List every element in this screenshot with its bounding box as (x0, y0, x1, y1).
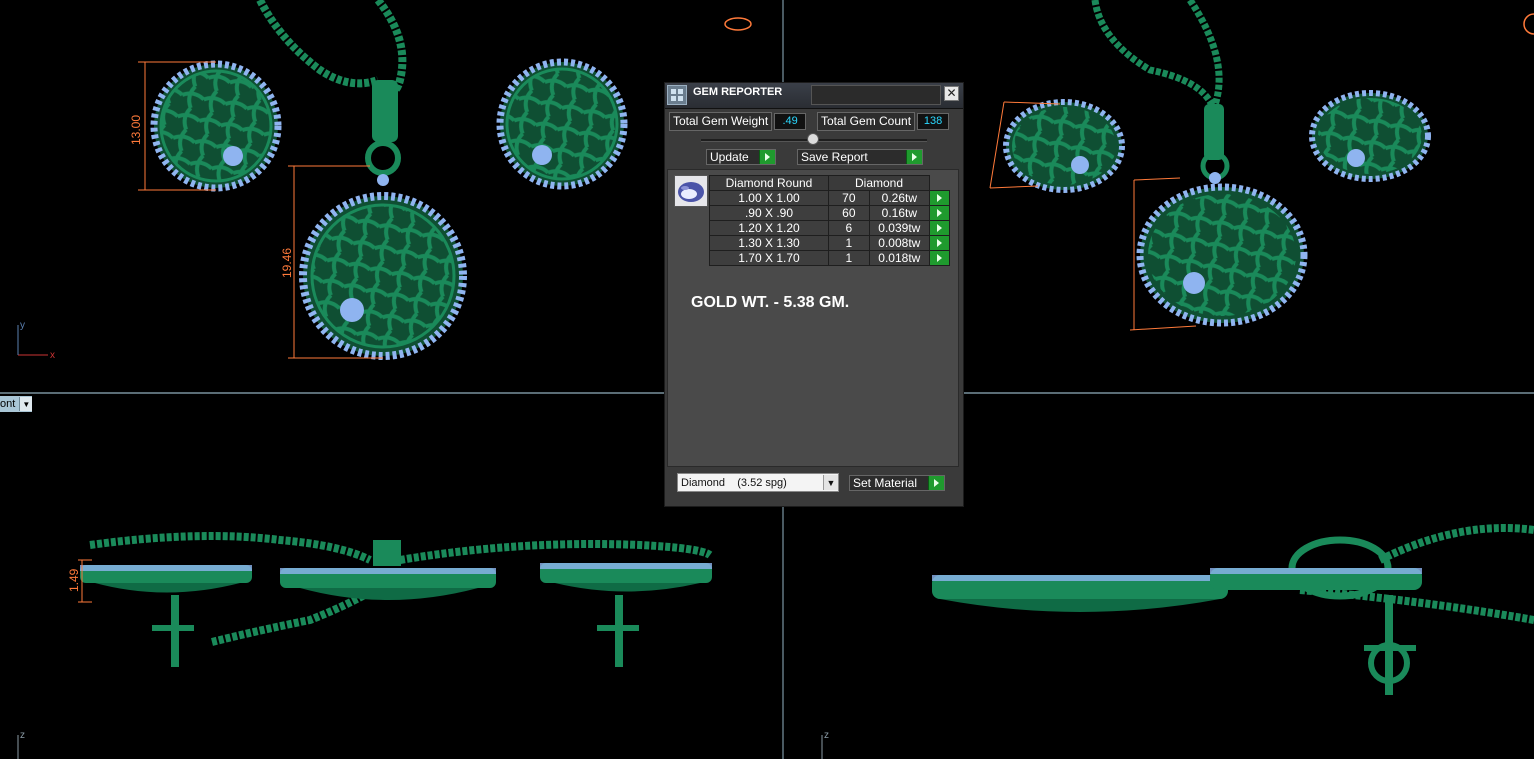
update-button-label: Update (710, 150, 749, 164)
connector-gem (1209, 172, 1221, 184)
table-row: .90 X .90 60 0.16tw (709, 205, 950, 221)
table-row: 1.30 X 1.30 1 0.008tw (709, 235, 950, 251)
dimension-label-earring: 13.00 (129, 115, 143, 145)
play-arrow-icon (928, 476, 944, 490)
camera-icon-right[interactable] (1523, 13, 1534, 35)
gem-weight: 0.008tw (868, 235, 931, 251)
chain (89, 532, 372, 564)
set-material-button[interactable]: Set Material (849, 475, 945, 491)
save-report-button-label: Save Report (801, 150, 868, 164)
chevron-down-icon[interactable]: ▼ (823, 475, 838, 490)
save-report-button[interactable]: Save Report (797, 149, 923, 165)
chain (374, 0, 407, 95)
axis-gizmo-xy: x y (17, 320, 55, 361)
gem-weight: 0.018tw (868, 250, 931, 266)
gem-size: 1.70 X 1.70 (709, 250, 829, 266)
axis-x-label: x (50, 350, 55, 361)
gem-size: 1.00 X 1.00 (709, 190, 829, 206)
pendant (299, 192, 467, 360)
total-gem-weight-value: .49 (774, 113, 807, 130)
connector-gem (377, 174, 389, 186)
top-right-viewport[interactable] (989, 0, 1534, 331)
chevron-down-icon[interactable]: ▼ (19, 397, 33, 411)
dialog-title: GEM REPORTER (693, 86, 783, 98)
gem-count: 6 (828, 220, 870, 236)
earring-side-right (540, 563, 712, 667)
gold-weight-note: GOLD WT. - 5.38 GM. (691, 294, 850, 311)
pendant-side-right (932, 575, 1228, 612)
gem-size: 1.20 X 1.20 (709, 220, 829, 236)
camera-icon[interactable] (724, 17, 752, 31)
chain (399, 540, 713, 564)
row-select-button[interactable] (929, 250, 950, 266)
top-left-viewport[interactable]: 13.00 19.46 x y (17, 0, 752, 361)
gem-weight: 0.16tw (868, 205, 931, 221)
gem-weight: 0.26tw (868, 190, 931, 206)
gem-size: 1.30 X 1.30 (709, 235, 829, 251)
earring-side-right-view (1210, 568, 1422, 695)
material-select-value: Diamond (3.52 spg) (681, 476, 787, 489)
gem-round-icon[interactable] (674, 175, 708, 207)
jump-ring (365, 140, 401, 176)
chain (256, 0, 380, 88)
title-panel (811, 85, 941, 105)
play-arrow-icon (759, 150, 775, 164)
gem-count: 1 (828, 235, 870, 251)
bottom-left-viewport[interactable]: 1.49 z (17, 532, 713, 759)
chain (1091, 0, 1216, 107)
viewport-view-selector[interactable]: ont ▼ (0, 396, 33, 412)
play-arrow-icon (906, 150, 922, 164)
dimension-label-height: 1.49 (67, 568, 81, 592)
gem-size: .90 X .90 (709, 205, 829, 221)
svg-text:z: z (20, 730, 25, 741)
gem-table-header-shape: Diamond Round (709, 175, 829, 191)
gem-weight: 0.039tw (868, 220, 931, 236)
gem-count: 60 (828, 205, 870, 221)
material-select[interactable]: Diamond (3.52 spg) ▼ (677, 473, 839, 492)
chain (1378, 524, 1534, 564)
table-row: 1.70 X 1.70 1 0.018tw (709, 250, 950, 266)
total-gem-count-label: Total Gem Count (817, 112, 916, 131)
earring-left-perspective (1003, 99, 1125, 193)
row-select-button[interactable] (929, 190, 950, 206)
gem-table: Diamond Round Diamond 1.00 X 1.00 70 0.2… (709, 175, 950, 266)
bottom-right-viewport[interactable]: z (821, 524, 1534, 759)
total-gem-count-value: 138 (917, 113, 950, 130)
dialog-titlebar[interactable]: GEM REPORTER ✕ (665, 83, 963, 109)
gem-count: 70 (828, 190, 870, 206)
earring-side-left (80, 565, 252, 667)
pendant-perspective (1136, 183, 1308, 327)
gem-table-header-material: Diamond (828, 175, 930, 191)
set-material-button-label: Set Material (853, 476, 918, 490)
table-row: 1.00 X 1.00 70 0.26tw (709, 190, 950, 206)
update-button[interactable]: Update (706, 149, 776, 165)
earring-left (150, 60, 282, 192)
svg-text:z: z (824, 730, 829, 741)
earring-right (496, 58, 628, 190)
bail (372, 80, 398, 142)
table-row: 1.20 X 1.20 6 0.039tw (709, 220, 950, 236)
splitter-handle[interactable] (807, 133, 819, 145)
dimension-label-pendant: 19.46 (280, 248, 294, 278)
gem-reporter-app-icon (667, 85, 687, 105)
gem-reporter-dialog: GEM REPORTER ✕ Total Gem Weight .49 Tota… (664, 82, 964, 507)
close-icon[interactable]: ✕ (944, 86, 959, 101)
total-gem-weight-label: Total Gem Weight (669, 112, 773, 131)
axis-gizmo-z-left: z (17, 730, 25, 759)
total-gem-weight: Total Gem Weight .49 (669, 112, 807, 131)
row-select-button[interactable] (929, 220, 950, 236)
earring-right-perspective (1309, 90, 1431, 182)
total-gem-count: Total Gem Count 138 (817, 112, 950, 131)
axis-gizmo-z-right: z (821, 730, 829, 759)
row-select-button[interactable] (929, 235, 950, 251)
row-select-button[interactable] (929, 205, 950, 221)
gem-count: 1 (828, 250, 870, 266)
axis-y-label: y (20, 320, 25, 331)
viewport-view-label: ont (0, 398, 16, 410)
